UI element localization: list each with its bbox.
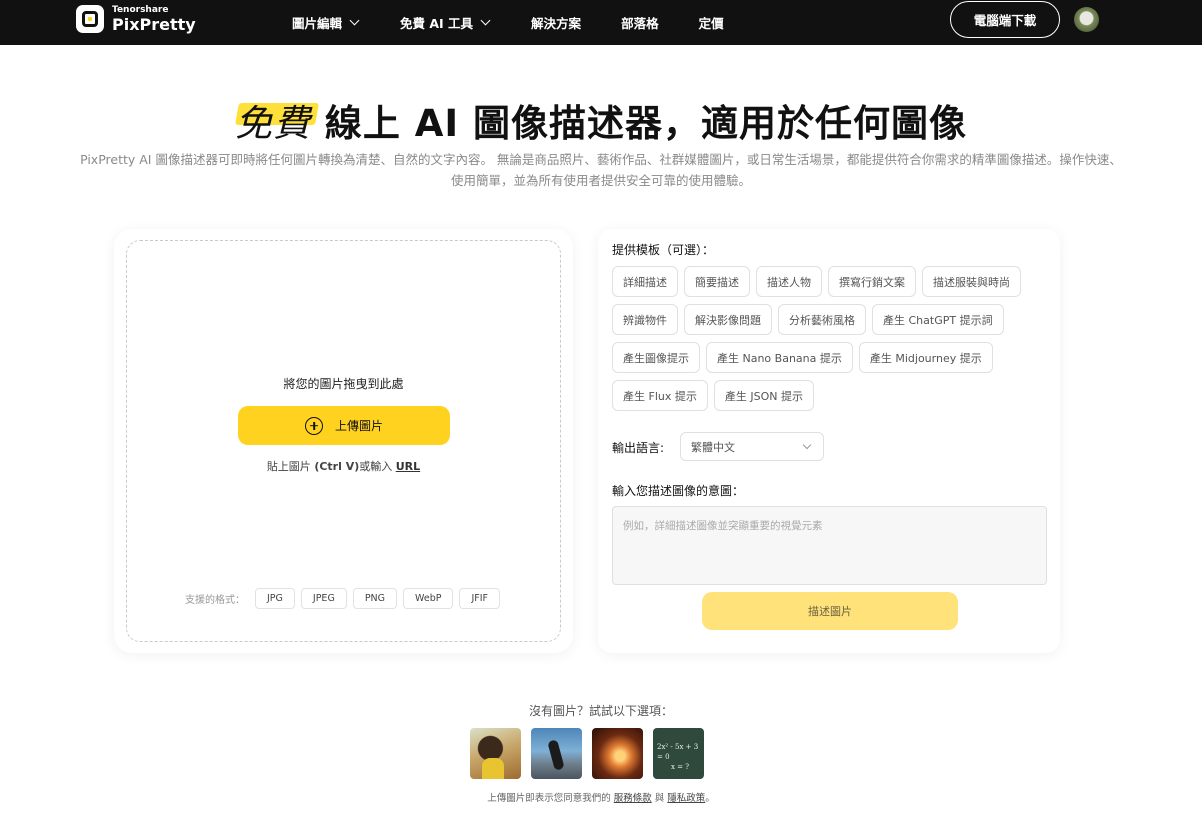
paste-prefix: 貼上圖片 bbox=[266, 460, 315, 473]
brand-company: Tenorshare bbox=[112, 4, 169, 15]
format-badge: JFIF bbox=[459, 588, 501, 609]
sample-image-portrait[interactable] bbox=[470, 728, 521, 779]
chevron-down-icon bbox=[349, 15, 360, 26]
sample-image-math[interactable]: 2x² - 5x + 3 = 0x = ? bbox=[653, 728, 704, 779]
sample-image-runner[interactable] bbox=[531, 728, 582, 779]
format-badge: WebP bbox=[403, 588, 454, 609]
template-chips: 詳細描述 簡要描述 描述人物 撰寫行銷文案 描述服裝與時尚 辨識物件 解決影像問… bbox=[612, 266, 1052, 418]
nav-pricing[interactable]: 定價 bbox=[699, 13, 724, 32]
image-dropzone[interactable]: 將您的圖片拖曳到此處 上傳圖片 貼上圖片 (Ctrl V)或輸入 URL 支援的… bbox=[126, 240, 561, 642]
top-nav-bar: Tenorshare PixPretty 圖片編輯 免費 AI 工具 解決方案 … bbox=[0, 0, 1202, 45]
avatar[interactable] bbox=[1074, 7, 1099, 32]
template-chip[interactable]: 辨識物件 bbox=[612, 304, 678, 335]
samples-title: 沒有圖片？試試以下選項： bbox=[528, 704, 673, 718]
nav-image-edit[interactable]: 圖片編輯 bbox=[292, 13, 360, 32]
terms-notice: 上傳圖片即表示您同意我們的 服務條款 與 隱私政策。 bbox=[0, 790, 1202, 804]
terms-middle: 與 bbox=[651, 793, 668, 804]
math-equation: 2x² - 5x + 3 = 0x = ? bbox=[657, 743, 699, 771]
template-chip[interactable]: 簡要描述 bbox=[684, 266, 750, 297]
template-chip[interactable]: 解決影像問題 bbox=[684, 304, 772, 335]
options-panel: 提供模板（可選）： 詳細描述 簡要描述 描述人物 撰寫行銷文案 描述服裝與時尚 … bbox=[598, 229, 1060, 653]
formats-label: 支援的格式： bbox=[185, 595, 245, 606]
language-select[interactable]: 繁體中文 bbox=[680, 432, 824, 461]
template-chip[interactable]: 描述服裝與時尚 bbox=[922, 266, 1021, 297]
template-chip[interactable]: 詳細描述 bbox=[612, 266, 678, 297]
title-rest: 線上 AI 圖像描述器，適用於任何圖像 bbox=[310, 102, 968, 145]
upload-card: 將您的圖片拖曳到此處 上傳圖片 貼上圖片 (Ctrl V)或輸入 URL 支援的… bbox=[114, 229, 573, 653]
upload-image-button[interactable]: 上傳圖片 bbox=[238, 406, 450, 445]
language-value: 繁體中文 bbox=[691, 440, 735, 454]
sample-images: 2x² - 5x + 3 = 0x = ? bbox=[470, 728, 704, 779]
plus-circle-icon bbox=[304, 416, 323, 435]
terms-prefix: 上傳圖片即表示您同意我們的 bbox=[487, 793, 614, 804]
terms-suffix: 。 bbox=[705, 793, 715, 804]
template-chip[interactable]: 描述人物 bbox=[756, 266, 822, 297]
drop-instruction: 將您的圖片拖曳到此處 bbox=[283, 377, 404, 391]
paste-middle: 或輸入 bbox=[359, 460, 396, 473]
paste-shortcut: (Ctrl V) bbox=[314, 460, 360, 473]
title-highlight: 免費 bbox=[235, 93, 311, 147]
language-label: 輸出語言: bbox=[612, 441, 665, 455]
logo-icon bbox=[76, 5, 104, 33]
nav-solutions[interactable]: 解決方案 bbox=[531, 13, 581, 32]
intent-textarea[interactable]: 例如，詳細描述圖像並突顯重要的視覺元素 bbox=[612, 506, 1047, 585]
template-chip[interactable]: 產生 Midjourney 提示 bbox=[858, 342, 993, 373]
brand-logo[interactable]: Tenorshare PixPretty bbox=[76, 5, 196, 33]
paste-hint: 貼上圖片 (Ctrl V)或輸入 URL bbox=[127, 458, 560, 474]
upload-button-label: 上傳圖片 bbox=[334, 419, 383, 433]
nav-blog[interactable]: 部落格 bbox=[621, 13, 659, 32]
nav-label: 部落格 bbox=[621, 16, 659, 31]
supported-formats: 支援的格式： JPG JPEG PNG WebP JFIF bbox=[185, 588, 501, 609]
template-chip[interactable]: 產生 JSON 提示 bbox=[713, 380, 814, 411]
nav-label: 圖片編輯 bbox=[292, 16, 343, 31]
format-badge: PNG bbox=[352, 588, 398, 609]
template-chip[interactable]: 分析藝術風格 bbox=[778, 304, 866, 335]
brand-name: PixPretty bbox=[112, 14, 196, 34]
chevron-down-icon bbox=[802, 440, 812, 450]
url-input-link[interactable]: URL bbox=[396, 460, 420, 473]
template-chip[interactable]: 產生圖像提示 bbox=[612, 342, 700, 373]
template-chip[interactable]: 產生 ChatGPT 提示詞 bbox=[872, 304, 1004, 335]
template-chip[interactable]: 產生 Flux 提示 bbox=[612, 380, 708, 411]
nav-label: 免費 AI 工具 bbox=[400, 16, 474, 31]
template-chip[interactable]: 撰寫行銷文案 bbox=[828, 266, 916, 297]
format-badge: JPEG bbox=[300, 588, 347, 609]
template-chip[interactable]: 產生 Nano Banana 提示 bbox=[706, 342, 853, 373]
format-badge: JPG bbox=[255, 588, 295, 609]
terms-of-service-link[interactable]: 服務條款 bbox=[614, 793, 652, 804]
page-title: 免費 線上 AI 圖像描述器，適用於任何圖像 bbox=[0, 93, 1202, 147]
template-label: 提供模板（可選）： bbox=[612, 243, 715, 257]
intent-label: 輸入您描述圖像的意圖： bbox=[612, 484, 745, 498]
nav-label: 定價 bbox=[698, 16, 724, 31]
nav-label: 解決方案 bbox=[531, 16, 582, 31]
nav-free-ai-tools[interactable]: 免費 AI 工具 bbox=[400, 13, 491, 32]
privacy-policy-link[interactable]: 隱私政策 bbox=[667, 793, 705, 804]
sample-image-cave[interactable] bbox=[592, 728, 643, 779]
describe-image-button[interactable]: 描述圖片 bbox=[702, 592, 958, 630]
desktop-download-button[interactable]: 電腦端下載 bbox=[950, 1, 1060, 38]
chevron-down-icon bbox=[480, 15, 491, 26]
main-nav: 圖片編輯 免費 AI 工具 解決方案 部落格 定價 bbox=[292, 0, 724, 45]
page-description: PixPretty AI 圖像描述器可即時將任何圖片轉換為清楚、自然的文字內容。… bbox=[80, 152, 1122, 188]
